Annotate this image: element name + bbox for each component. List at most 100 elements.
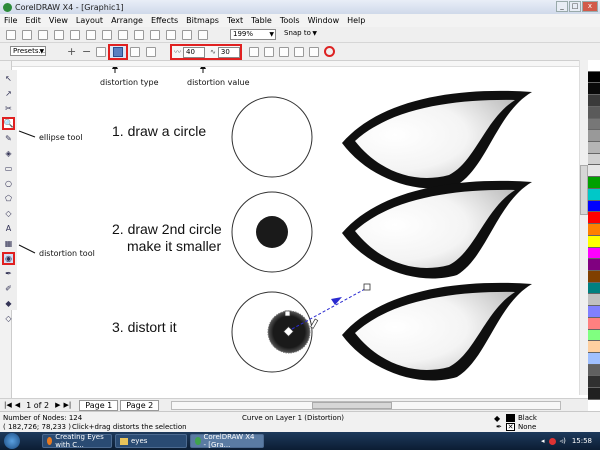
palette-swatch[interactable]: [588, 329, 600, 342]
random-distortion-icon[interactable]: [249, 47, 259, 57]
menu-help[interactable]: Help: [347, 16, 365, 25]
ellipse-tool-icon[interactable]: ○: [2, 177, 15, 190]
page-tab-2[interactable]: Page 2: [120, 399, 160, 411]
interactive-fill-icon[interactable]: ◇: [2, 312, 15, 325]
next-page-icon[interactable]: ▶: [55, 401, 60, 409]
tray-arrow-icon[interactable]: ◂: [541, 437, 545, 445]
new-icon[interactable]: [6, 29, 16, 40]
minimize-button[interactable]: _: [556, 1, 568, 12]
palette-swatch[interactable]: [588, 200, 600, 213]
freehand-tool-icon[interactable]: ✎: [2, 132, 15, 145]
palette-swatch[interactable]: [588, 247, 600, 260]
menu-layout[interactable]: Layout: [76, 16, 103, 25]
first-page-icon[interactable]: |◀: [4, 401, 12, 409]
outline-swatch[interactable]: ✕: [506, 423, 515, 431]
menu-bitmaps[interactable]: Bitmaps: [186, 16, 219, 25]
push-pull-distortion-icon[interactable]: [96, 47, 106, 57]
taskbar-item-firefox[interactable]: Creating Eyes with C...: [42, 433, 112, 449]
horizontal-scrollbar[interactable]: [171, 400, 562, 410]
palette-swatch[interactable]: [588, 388, 600, 400]
rectangle-tool-icon[interactable]: ▭: [2, 162, 15, 175]
menu-tools[interactable]: Tools: [280, 16, 300, 25]
amplitude-slider-handle[interactable]: [310, 318, 319, 329]
save-icon[interactable]: [38, 29, 48, 40]
zoom-tool-icon[interactable]: 🔍: [2, 117, 15, 130]
export-icon[interactable]: [166, 29, 176, 40]
distortion-tool-icon[interactable]: ◉: [2, 252, 15, 265]
smart-fill-icon[interactable]: ◈: [2, 147, 15, 160]
basic-shapes-icon[interactable]: ◇: [2, 207, 15, 220]
palette-swatch[interactable]: [588, 83, 600, 96]
start-button[interactable]: [4, 433, 20, 449]
text-tool-icon[interactable]: A: [2, 222, 15, 235]
local-distortion-icon[interactable]: [279, 47, 289, 57]
amplitude-input[interactable]: 40: [183, 46, 205, 58]
add-new-distortion-icon[interactable]: [146, 47, 156, 57]
tray-volume-icon[interactable]: ◃): [560, 437, 566, 445]
polygon-tool-icon[interactable]: ⬠: [2, 192, 15, 205]
palette-swatch[interactable]: [588, 212, 600, 225]
print-icon[interactable]: [54, 29, 64, 40]
center-distortion-icon[interactable]: [294, 47, 304, 57]
undo-icon[interactable]: [118, 29, 128, 40]
palette-swatch[interactable]: [588, 118, 600, 131]
eyedropper-icon[interactable]: ✒: [2, 267, 15, 280]
palette-swatch[interactable]: [588, 376, 600, 389]
palette-swatch[interactable]: [588, 106, 600, 119]
remove-preset-icon[interactable]: −: [82, 45, 91, 58]
maximize-button[interactable]: □: [569, 1, 581, 12]
zipper-distortion-button[interactable]: [108, 44, 128, 60]
palette-swatch[interactable]: [588, 188, 600, 201]
frequency-input[interactable]: 30: [217, 46, 240, 58]
palette-swatch[interactable]: [588, 259, 600, 271]
vertical-scrollbar[interactable]: [579, 60, 588, 395]
palette-swatch[interactable]: [588, 71, 600, 84]
menu-text[interactable]: Text: [227, 16, 243, 25]
drawing-canvas[interactable]: 1. draw a circle 2. draw 2nd circle make…: [17, 67, 582, 392]
zoom-select[interactable]: 199% ▼: [230, 29, 276, 40]
horizontal-scroll-thumb[interactable]: [312, 401, 393, 409]
palette-swatch[interactable]: [588, 294, 600, 307]
launcher-icon[interactable]: [182, 29, 192, 40]
palette-swatch[interactable]: [588, 364, 600, 377]
smooth-distortion-icon[interactable]: [264, 47, 274, 57]
close-button[interactable]: x: [582, 1, 598, 12]
top-node-handle[interactable]: [284, 310, 291, 317]
palette-swatch[interactable]: [588, 306, 600, 318]
palette-swatch[interactable]: [588, 352, 600, 365]
palette-swatch[interactable]: [588, 224, 600, 236]
paste-icon[interactable]: [102, 29, 112, 40]
cut-icon[interactable]: [70, 29, 80, 40]
snap-to-select[interactable]: Snap to ▼: [282, 29, 318, 40]
menu-table[interactable]: Table: [251, 16, 272, 25]
menu-edit[interactable]: Edit: [25, 16, 41, 25]
menu-file[interactable]: File: [4, 16, 17, 25]
fill-swatch[interactable]: [506, 414, 515, 422]
tray-security-icon[interactable]: [548, 437, 556, 445]
palette-swatch[interactable]: [588, 60, 600, 72]
outline-tool-icon[interactable]: ✐: [2, 282, 15, 295]
pick-tool-icon[interactable]: ↖: [2, 72, 15, 85]
prev-page-icon[interactable]: ◀: [15, 401, 20, 409]
presets-select[interactable]: Presets... ▼: [10, 46, 47, 56]
palette-swatch[interactable]: [588, 153, 600, 166]
taskbar-item-coreldraw[interactable]: CorelDRAW X4 - [Gra...: [190, 433, 264, 449]
palette-swatch[interactable]: [588, 270, 600, 283]
import-icon[interactable]: [150, 29, 160, 40]
menu-view[interactable]: View: [49, 16, 68, 25]
crop-tool-icon[interactable]: ✂: [2, 102, 15, 115]
fill-tool-icon[interactable]: ◆: [2, 297, 15, 310]
welcome-icon[interactable]: [198, 29, 208, 40]
add-preset-icon[interactable]: +: [67, 45, 76, 58]
taskbar-item-folder[interactable]: eyes: [115, 434, 187, 448]
vertical-scroll-thumb[interactable]: [580, 165, 588, 215]
redo-icon[interactable]: [134, 29, 144, 40]
palette-swatch[interactable]: [588, 282, 600, 295]
palette-swatch[interactable]: [588, 341, 600, 353]
copy-icon[interactable]: [86, 29, 96, 40]
menu-window[interactable]: Window: [308, 16, 340, 25]
palette-swatch[interactable]: [588, 235, 600, 248]
palette-swatch[interactable]: [588, 142, 600, 154]
open-icon[interactable]: [22, 29, 32, 40]
palette-swatch[interactable]: [588, 130, 600, 143]
